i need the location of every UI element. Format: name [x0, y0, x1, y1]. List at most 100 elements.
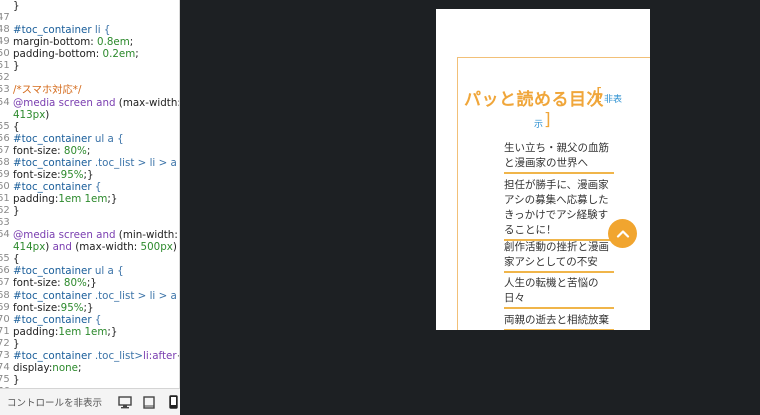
code-text: }	[13, 338, 20, 350]
code-token: ;	[86, 144, 91, 157]
code-text: @media screen and (min-width:	[13, 229, 178, 241]
code-line: 59font-size:95%;}	[0, 169, 179, 181]
code-token: (max-width:	[118, 96, 180, 109]
code-line: 57font-size: 80%;	[0, 145, 179, 157]
line-number: 60	[0, 180, 10, 192]
code-text: padding:1em 1em;}	[13, 193, 117, 205]
code-token: ;}	[83, 301, 94, 314]
code-text: /*スマホ対応*/	[13, 84, 81, 96]
code-token: @media screen	[13, 229, 93, 242]
toc-hide-toggle-continued[interactable]: 示	[534, 117, 543, 130]
code-line: 66#toc_container ul a {	[0, 265, 179, 277]
toc-bracket-open: [	[596, 85, 603, 105]
code-line: 414px) and (max-width: 500px)	[0, 241, 179, 253]
toc-item[interactable]: 生い立ち・親父の血筋と漫画家の世界へ	[504, 141, 614, 174]
code-line: 70#toc_container {	[0, 314, 179, 326]
code-line: 74display:none;	[0, 362, 179, 374]
line-number: 48	[0, 24, 10, 36]
hide-controls-button[interactable]: コントロールを非表示	[7, 395, 102, 409]
code-text: #toc_container {	[13, 314, 101, 326]
code-token: ul a {	[91, 132, 124, 145]
code-token: #toc_container	[13, 313, 92, 326]
code-text: }	[13, 0, 20, 12]
code-line: 63	[0, 217, 179, 229]
line-number: 72	[0, 337, 10, 349]
line-number: 52	[0, 72, 10, 84]
chevron-up-icon	[616, 230, 629, 238]
code-token: }	[13, 205, 20, 218]
line-number: 62	[0, 205, 10, 217]
code-token: ;}	[83, 168, 94, 181]
code-token: #toc_container	[13, 289, 92, 302]
line-number: 59	[0, 168, 10, 180]
toc-item[interactable]: 両親の逝去と相続放棄	[504, 313, 614, 330]
line-number: 74	[0, 361, 10, 373]
code-text: #toc_container ul a {	[13, 265, 124, 277]
code-line: 71padding:1em 1em;}	[0, 326, 179, 338]
line-number: 51	[0, 60, 10, 72]
code-text: font-size: 80%;}	[13, 277, 97, 289]
code-token: #toc_container	[13, 349, 92, 362]
toc-item[interactable]: 担任が勝手に、漫画家アシの募集へ応募したきっかけでアシ経験することに！	[504, 178, 614, 241]
desktop-view-icon[interactable]	[118, 395, 132, 409]
line-number: 50	[0, 48, 10, 60]
code-line: 49margin-bottom: 0.8em;	[0, 36, 179, 48]
code-line: 55{	[0, 121, 179, 133]
code-token: ;}	[107, 325, 118, 338]
code-token: }	[13, 337, 20, 350]
code-token: 80%	[63, 277, 87, 290]
code-token: #toc_container	[13, 180, 92, 193]
code-line: 62}	[0, 205, 179, 217]
code-token: font-size:	[13, 277, 64, 290]
code-text: 413px)	[13, 109, 49, 121]
code-token: 414px	[13, 241, 46, 254]
code-lines[interactable]: }4748#toc_container li {49margin-bottom:…	[0, 0, 179, 388]
toc-item[interactable]: 創作活動の挫折と漫画家アシとしての不安	[504, 240, 614, 273]
code-line: 73#toc_container .toc_list>li:after{	[0, 350, 179, 362]
code-line: 50padding-bottom: 0.2em;	[0, 48, 179, 60]
tablet-view-icon[interactable]	[142, 395, 156, 409]
code-text: padding:1em 1em;}	[13, 326, 117, 338]
line-number: 66	[0, 265, 10, 277]
code-line: 58#toc_container .toc_list > li > a {	[0, 157, 179, 169]
code-line: 54@media screen and (max-width:	[0, 97, 179, 109]
toc-bracket-close: ]	[544, 110, 551, 130]
line-number: 55	[0, 120, 10, 132]
code-editor[interactable]: }4748#toc_container li {49margin-bottom:…	[0, 0, 180, 388]
line-number: 58	[0, 156, 10, 168]
line-number: 63	[0, 217, 10, 229]
controls-bar: コントロールを非表示	[0, 388, 180, 415]
line-number: 61	[0, 193, 10, 204]
line-number: 53	[0, 84, 10, 96]
code-line: 68#toc_container .toc_list > li > a {	[0, 290, 179, 302]
code-token: #toc_container	[13, 132, 92, 145]
code-text: #toc_container ul a {	[13, 133, 124, 145]
scroll-to-top-button[interactable]	[608, 219, 637, 248]
code-token: {	[177, 350, 179, 362]
toc-item[interactable]: 人生の転機と苦悩の日々	[504, 276, 614, 309]
code-token: }	[13, 373, 20, 386]
mobile-view-icon[interactable]	[166, 395, 180, 409]
code-text: #toc_container {	[13, 181, 101, 193]
line-number: 64	[0, 229, 10, 241]
toc-hide-toggle[interactable]: 非表	[604, 92, 622, 105]
line-number: 69	[0, 301, 10, 313]
line-number: 49	[0, 36, 10, 48]
code-token: font-size:	[13, 301, 61, 314]
code-token: .toc_list > li > a {	[91, 156, 180, 169]
code-token: font-size:	[13, 168, 61, 181]
code-token: }	[13, 60, 20, 73]
code-token: and	[92, 96, 119, 109]
code-line: 60#toc_container {	[0, 181, 179, 193]
code-line: 47	[0, 12, 179, 24]
code-token: 95%	[60, 168, 84, 181]
code-text: font-size:95%;}	[13, 169, 94, 181]
code-token: /*スマホ対応*/	[13, 84, 82, 97]
line-number: 70	[0, 313, 10, 325]
code-token: font-size:	[13, 144, 64, 157]
code-line: 51}	[0, 60, 179, 72]
code-token: ;	[135, 48, 139, 61]
code-token: {	[13, 120, 20, 133]
code-text: 414px) and (max-width: 500px)	[13, 241, 177, 253]
line-number: 47	[0, 12, 10, 24]
